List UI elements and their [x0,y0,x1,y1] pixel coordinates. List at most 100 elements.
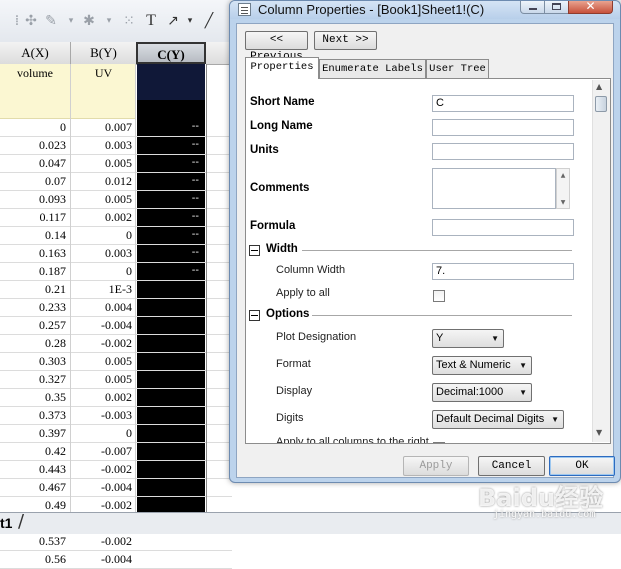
cell-b[interactable]: -0.004 [71,478,132,496]
arrow-tool-icon[interactable]: ↗ [164,10,182,32]
scroll-up-icon[interactable]: ▲ [596,82,602,91]
apply-to-all-checkbox[interactable] [433,290,445,302]
cell-a[interactable]: 0.373 [0,406,66,424]
long-name-input[interactable] [432,119,574,136]
cell-a[interactable]: 0.047 [0,154,66,172]
cell-b[interactable]: -0.007 [71,442,132,460]
cell-a[interactable]: 0.093 [0,190,66,208]
dropdown-arrow-icon[interactable]: ▾ [181,10,199,32]
cell-a[interactable]: 0.327 [0,370,66,388]
cell-c[interactable]: -- [137,172,199,190]
cell-b[interactable]: 0.002 [71,208,132,226]
cell-b[interactable]: 0.003 [71,136,132,154]
cell-c[interactable]: -- [137,136,199,154]
cell-b[interactable]: -0.004 [71,316,132,334]
cell-b[interactable]: 0.005 [71,370,132,388]
column-c-label-cells[interactable] [137,64,205,100]
cell-a[interactable]: 0.163 [0,244,66,262]
digits-select[interactable]: Default Decimal Digits ▼ [432,410,564,429]
cell-a[interactable]: 0 [0,118,66,136]
cell-c[interactable]: -- [137,208,199,226]
collapse-options-icon[interactable] [249,310,260,321]
cell-a[interactable]: 0.233 [0,298,66,316]
cell-b[interactable]: 0.002 [71,388,132,406]
cell-b[interactable]: 0.007 [71,118,132,136]
maximize-button[interactable] [544,1,569,14]
apply-button[interactable]: Apply [403,456,469,476]
formula-input[interactable] [432,219,574,236]
cell-c[interactable]: -- [137,118,199,136]
cell-c[interactable]: -- [137,226,199,244]
tab-properties[interactable]: Properties [245,57,319,79]
collapse-width-icon[interactable] [249,245,260,256]
cell-b[interactable]: -0.002 [71,532,132,550]
long-name-b[interactable]: UV [71,64,136,82]
format-select[interactable]: Text & Numeric ▼ [432,356,532,375]
cell-a[interactable]: 0.537 [0,532,66,550]
cell-b[interactable]: -0.004 [71,550,132,568]
cell-b[interactable]: 0 [71,226,132,244]
scatter-tool-icon[interactable]: ✣ [22,10,40,32]
column-width-input[interactable]: 7. [432,263,574,280]
cell-b[interactable]: 0.003 [71,244,132,262]
cell-a[interactable]: 0.28 [0,334,66,352]
short-name-input[interactable]: C [432,95,574,112]
cell-a[interactable]: 0.467 [0,478,66,496]
ok-button[interactable]: OK [549,456,615,476]
scroll-down-icon[interactable]: ▼ [559,199,567,206]
column-header-c[interactable]: C(Y) [136,42,206,64]
cell-a[interactable]: 0.443 [0,460,66,478]
minimize-button[interactable] [520,1,545,14]
column-header-a[interactable]: A(X) [0,42,71,65]
comments-row[interactable] [0,100,135,119]
column-header-b[interactable]: B(Y) [71,42,137,65]
region-tool-icon[interactable]: ⁙ [120,10,138,32]
sheet-tab[interactable]: t1 [0,514,18,532]
comments-scrollbar[interactable]: ▲ ▼ [556,168,570,209]
line-tool-icon[interactable]: ╱ [200,10,218,32]
cell-a[interactable]: 0.14 [0,226,66,244]
next-button[interactable]: Next >> [314,31,377,50]
cell-c[interactable]: -- [137,262,199,280]
panel-scrollbar[interactable]: ▲ ▼ [592,80,610,442]
cell-b[interactable]: -0.002 [71,334,132,352]
display-select[interactable]: Decimal:1000 ▼ [432,383,532,402]
brush-tool-icon[interactable]: ✎ [42,10,60,32]
cell-a[interactable]: 0.21 [0,280,66,298]
cell-a[interactable]: 0.42 [0,442,66,460]
tab-enumerate-labels[interactable]: Enumerate Labels [319,59,426,78]
cell-b[interactable]: 1E-3 [71,280,132,298]
previous-button[interactable]: << Previous [245,31,308,63]
dropdown-arrow-icon[interactable]: ▾ [62,10,80,32]
cell-a[interactable]: 0.35 [0,388,66,406]
scroll-up-icon[interactable]: ▲ [559,172,567,179]
cell-c[interactable]: -- [137,154,199,172]
units-input[interactable] [432,143,574,160]
cell-a[interactable]: 0.56 [0,550,66,568]
cell-c[interactable]: -- [137,244,199,262]
title-bar[interactable]: Column Properties - [Book1]Sheet1!(C) ✕ [230,0,620,19]
cell-a[interactable]: 0.397 [0,424,66,442]
cell-b[interactable]: 0.005 [71,154,132,172]
mask-tool-icon[interactable]: ✱ [80,10,98,32]
cell-b[interactable]: 0.012 [71,172,132,190]
comments-input[interactable] [432,168,556,209]
cell-b[interactable]: -0.003 [71,406,132,424]
cell-a[interactable]: 0.187 [0,262,66,280]
cell-b[interactable]: 0.005 [71,352,132,370]
scroll-down-icon[interactable]: ▼ [596,428,602,437]
long-name-a[interactable]: volume [0,64,70,82]
plot-designation-select[interactable]: Y ▼ [432,329,504,348]
cell-b[interactable]: 0 [71,262,132,280]
tab-user-tree[interactable]: User Tree [426,59,489,78]
cell-a[interactable]: 0.117 [0,208,66,226]
close-button[interactable]: ✕ [568,0,613,14]
cancel-button[interactable]: Cancel [478,456,545,476]
dropdown-arrow-icon[interactable]: ▾ [100,10,118,32]
cell-a[interactable]: 0.303 [0,352,66,370]
cell-b[interactable]: 0.004 [71,298,132,316]
units-row[interactable] [0,82,135,101]
cell-b[interactable]: 0 [71,424,132,442]
cell-b[interactable]: 0.005 [71,190,132,208]
apply-all-columns-checkbox[interactable] [433,442,445,443]
